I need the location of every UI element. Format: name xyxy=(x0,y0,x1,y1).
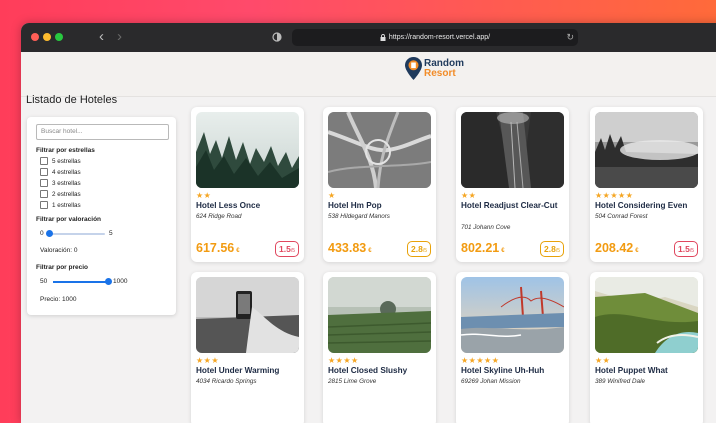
hotel-address: 624 Ridge Road xyxy=(196,213,242,220)
logo-text-resort: Resort xyxy=(424,67,456,79)
hotel-price: 433.83 € xyxy=(328,241,372,255)
rating-slider-thumb[interactable] xyxy=(45,230,53,237)
price-min-label: 50 xyxy=(40,278,48,285)
star-option-1[interactable]: 1 estrellas xyxy=(40,201,81,209)
hotel-card[interactable]: ★★★ Hotel Under Warming 4034 Ricardo Spr… xyxy=(191,272,304,423)
hotel-price: 617.56 € xyxy=(196,241,240,255)
hotel-name[interactable]: Hotel Hm Pop xyxy=(328,201,434,211)
hotel-name[interactable]: Hotel Under Warming xyxy=(196,366,302,376)
hotel-image xyxy=(328,277,431,353)
filters-panel: Buscar hotel... Filtrar por estrellas 5 … xyxy=(27,117,176,315)
browser-window: ‹ › https://random-resort.vercel.app/ ↻ … xyxy=(21,23,716,423)
stars-filter-label: Filtrar por estrellas xyxy=(36,147,95,154)
close-window-button[interactable] xyxy=(31,33,39,41)
browser-titlebar: ‹ › https://random-resort.vercel.app/ ↻ xyxy=(21,23,716,52)
logo-text-random: Random xyxy=(424,57,464,69)
hotel-name[interactable]: Hotel Closed Slushy xyxy=(328,366,434,376)
map-pin-icon xyxy=(405,57,422,80)
hotel-name[interactable]: Hotel Readjust Clear-Cut xyxy=(461,201,567,211)
maximize-window-button[interactable] xyxy=(55,33,63,41)
lock-icon xyxy=(380,33,386,41)
hotel-address: 538 Hildegard Manors xyxy=(328,213,390,220)
hotel-image xyxy=(328,112,431,188)
rating-filter-label: Filtrar por valoración xyxy=(36,216,102,223)
hotel-name[interactable]: Hotel Puppet What xyxy=(595,366,701,376)
hotel-address: 389 Winifred Dale xyxy=(595,378,645,385)
hotel-name[interactable]: Hotel Considering Even xyxy=(595,201,701,211)
site-logo[interactable]: Random Resort xyxy=(405,57,464,80)
hotel-image xyxy=(595,112,698,188)
star-rating: ★★ xyxy=(196,191,212,200)
hotel-card[interactable]: ★★★★★ Hotel Skyline Uh-Huh 69269 Johan M… xyxy=(456,272,569,423)
hotel-image xyxy=(196,277,299,353)
address-bar[interactable]: https://random-resort.vercel.app/ ↻ xyxy=(292,29,578,46)
search-input[interactable]: Buscar hotel... xyxy=(36,124,169,140)
page-title: Listado de Hoteles xyxy=(26,94,118,106)
star-rating: ★★★ xyxy=(196,356,220,365)
minimize-window-button[interactable] xyxy=(43,33,51,41)
hotel-card[interactable]: ★★ Hotel Less Once 624 Ridge Road 617.56… xyxy=(191,107,304,262)
hotel-image xyxy=(595,277,698,353)
rating-min-label: 0 xyxy=(40,230,44,237)
hotel-image xyxy=(461,112,564,188)
url-text: https://random-resort.vercel.app/ xyxy=(388,34,491,41)
star-option-3[interactable]: 3 estrellas xyxy=(40,179,81,187)
rating-badge: 1.5/5 xyxy=(275,241,299,257)
price-max-label: 1000 xyxy=(113,278,128,285)
star-rating: ★★★★★ xyxy=(461,356,500,365)
star-rating: ★★ xyxy=(595,356,611,365)
rating-badge: 1.5/5 xyxy=(674,241,698,257)
hotel-card[interactable]: ★★ Hotel Puppet What 389 Winifred Dale xyxy=(590,272,703,423)
hotel-price: 802.21 € xyxy=(461,241,505,255)
star-option-4[interactable]: 4 estrellas xyxy=(40,168,81,176)
star-option-5[interactable]: 5 estrellas xyxy=(40,157,81,165)
hotel-address: 2815 Lime Grove xyxy=(328,378,377,385)
checkbox[interactable] xyxy=(40,201,48,209)
rating-badge: 2.8/5 xyxy=(407,241,431,257)
checkbox[interactable] xyxy=(40,190,48,198)
rating-value-text: Valoración: 0 xyxy=(40,247,78,254)
price-slider-fill xyxy=(53,281,108,283)
price-filter-label: Filtrar por precio xyxy=(36,264,89,271)
hotel-address: 701 Johann Cove xyxy=(461,224,511,231)
hotel-card[interactable]: ★★ Hotel Readjust Clear-Cut 701 Johann C… xyxy=(456,107,569,262)
hotel-card[interactable]: ★ Hotel Hm Pop 538 Hildegard Manors 433.… xyxy=(323,107,436,262)
checkbox[interactable] xyxy=(40,168,48,176)
hotel-name[interactable]: Hotel Skyline Uh-Huh xyxy=(461,366,567,376)
back-arrow-icon[interactable]: ‹ xyxy=(99,29,104,45)
star-rating: ★★ xyxy=(461,191,477,200)
site-header: Random Resort xyxy=(21,52,716,97)
star-rating: ★ xyxy=(328,191,336,200)
rating-max-label: 5 xyxy=(109,230,113,237)
hotel-card[interactable]: ★★★★★ Hotel Considering Even 504 Conrad … xyxy=(590,107,703,262)
hotel-image xyxy=(461,277,564,353)
rating-slider[interactable] xyxy=(45,230,105,237)
hotel-address: 4034 Ricardo Springs xyxy=(196,378,257,385)
price-value-text: Precio: 1000 xyxy=(40,296,77,303)
hotel-name[interactable]: Hotel Less Once xyxy=(196,201,302,211)
price-slider[interactable] xyxy=(53,278,112,285)
hotel-card[interactable]: ★★★★ Hotel Closed Slushy 2815 Lime Grove xyxy=(323,272,436,423)
forward-arrow-icon[interactable]: › xyxy=(117,29,122,45)
star-rating: ★★★★ xyxy=(328,356,359,365)
privacy-shield-icon[interactable] xyxy=(272,32,282,42)
hotel-image xyxy=(196,112,299,188)
hotel-address: 504 Conrad Forest xyxy=(595,213,648,220)
price-slider-thumb[interactable] xyxy=(104,278,112,285)
rating-badge: 2.8/5 xyxy=(540,241,564,257)
reload-icon[interactable]: ↻ xyxy=(566,29,574,46)
star-rating: ★★★★★ xyxy=(595,191,634,200)
hotel-price: 208.42 € xyxy=(595,241,639,255)
checkbox[interactable] xyxy=(40,157,48,165)
hotel-address: 69269 Johan Mission xyxy=(461,378,521,385)
checkbox[interactable] xyxy=(40,179,48,187)
star-option-2[interactable]: 2 estrellas xyxy=(40,190,81,198)
